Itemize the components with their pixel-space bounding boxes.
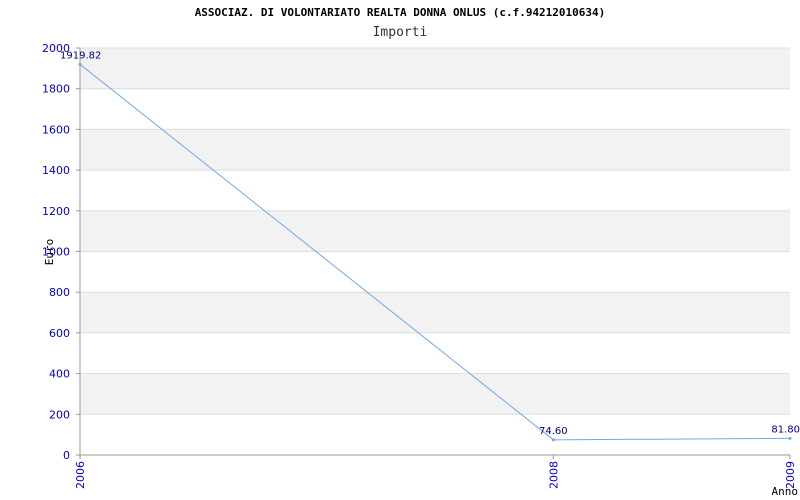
x-axis-label: Anno	[772, 485, 799, 498]
x-tick-label: 2006	[74, 461, 87, 489]
grid-band	[80, 292, 790, 333]
grid-band	[80, 210, 790, 252]
data-label: 81.80	[771, 424, 800, 435]
grid-band	[80, 414, 790, 455]
data-point	[78, 62, 82, 66]
y-tick-label: 400	[49, 368, 70, 381]
y-tick-label: 1400	[42, 164, 70, 177]
grid-band	[80, 373, 790, 415]
grid-band	[80, 88, 790, 130]
grid-band	[80, 332, 790, 374]
y-tick-label: 200	[49, 408, 70, 421]
grid-band	[80, 48, 790, 89]
grid-band	[80, 129, 790, 171]
y-tick-label: 800	[49, 286, 70, 299]
data-point	[551, 438, 555, 442]
y-axis-label: Euro	[43, 239, 56, 266]
y-tick-label: 0	[63, 449, 70, 462]
data-label: 74.60	[539, 426, 568, 437]
data-label: 1919.82	[60, 50, 101, 61]
grid-band	[80, 251, 790, 293]
y-tick-label: 600	[49, 327, 70, 340]
y-tick-label: 1200	[42, 205, 70, 218]
data-point	[788, 436, 792, 440]
y-tick-label: 1800	[42, 83, 70, 96]
x-tick-label: 2008	[547, 461, 560, 489]
line-chart: 0200400600800100012001400160018002000 20…	[42, 42, 800, 498]
y-tick-label: 1600	[42, 123, 70, 136]
grid-band	[80, 170, 790, 211]
x-ticks: 2006 2008 2009	[74, 455, 797, 489]
